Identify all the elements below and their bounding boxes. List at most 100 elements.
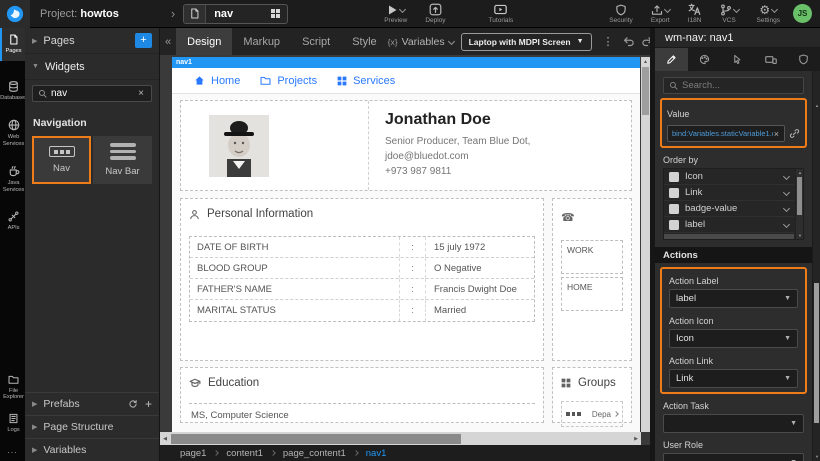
order-by-item-badge-value[interactable]: badge-value	[664, 201, 794, 217]
page-grid-icon[interactable]	[271, 9, 280, 18]
canvas-vertical-scrollbar[interactable]: ▲	[641, 57, 650, 432]
checkbox[interactable]	[669, 188, 679, 198]
user-role-select[interactable]: ▼	[663, 453, 804, 461]
chevron-down-icon[interactable]	[783, 173, 790, 180]
scroll-thumb[interactable]	[797, 177, 802, 215]
page-selector[interactable]: nav	[183, 4, 288, 24]
wavemaker-logo[interactable]	[0, 0, 30, 28]
refresh-icon[interactable]	[128, 399, 138, 409]
export-icon	[651, 4, 663, 16]
selected-widget-bar[interactable]: nav1	[172, 57, 640, 68]
action-task-select[interactable]: ▼	[663, 414, 804, 433]
scroll-up-icon[interactable]: ▲	[641, 57, 650, 66]
tab-devices[interactable]	[754, 48, 787, 71]
nav-item-home[interactable]: Home	[194, 75, 240, 87]
tab-markup[interactable]: Markup	[232, 28, 291, 55]
widget-tile-nav[interactable]: Nav	[32, 136, 91, 184]
sidebar-item-logs[interactable]: Logs	[0, 407, 25, 440]
horizontal-scroll-thumb[interactable]	[171, 434, 461, 444]
widgets-header-label: Widgets	[45, 61, 85, 73]
dropdown-arrow-icon: ▼	[790, 420, 797, 427]
tab-script[interactable]: Script	[291, 28, 341, 55]
add-page-button[interactable]: +	[135, 33, 152, 48]
scroll-down-icon[interactable]: ▼	[813, 454, 820, 459]
checkbox[interactable]	[669, 220, 679, 230]
scroll-up-icon[interactable]: ▲	[796, 169, 804, 176]
sidebar-item-apis[interactable]: APIs	[0, 205, 25, 238]
widget-tile-navbar[interactable]: Nav Bar	[93, 136, 152, 184]
nav-item-services[interactable]: Services	[337, 75, 395, 87]
value-binding-field[interactable]: ×	[667, 125, 785, 142]
settings-button[interactable]: ⚙ Settings	[757, 3, 781, 24]
undo-button[interactable]	[622, 35, 635, 48]
tab-style[interactable]: Style	[341, 28, 387, 55]
more-options-icon[interactable]: ⋮	[599, 40, 618, 44]
breadcrumb-item[interactable]: page_content1	[283, 448, 346, 459]
property-search[interactable]	[663, 77, 804, 94]
variables-dropdown[interactable]: {x} Variables	[388, 36, 454, 48]
properties-panel-scrollbar[interactable]: ▲ ▼	[812, 71, 820, 461]
chevron-down-icon[interactable]	[783, 189, 790, 196]
widget-search[interactable]: ×	[32, 85, 152, 102]
sidebar-item-databases[interactable]: Databases	[0, 75, 25, 108]
clear-binding-icon[interactable]: ×	[773, 129, 780, 139]
scroll-right-icon[interactable]: ▶	[631, 432, 641, 445]
sidebar-item-file-explorer[interactable]: File Explorer	[0, 368, 25, 407]
prefabs-section-header[interactable]: ▶ Prefabs +	[25, 392, 159, 415]
tab-design[interactable]: Design	[176, 28, 232, 55]
action-link-select[interactable]: Link ▼	[669, 369, 798, 388]
tutorials-button[interactable]: Tutorials	[489, 3, 514, 24]
scroll-up-icon[interactable]: ▲	[813, 103, 820, 108]
topbar-right-group: Security Export I18N VCS ⚙ Settings JS	[600, 3, 820, 24]
action-label-field: Action Label label ▼	[669, 276, 798, 308]
add-prefab-icon[interactable]: +	[145, 397, 152, 411]
scroll-down-icon[interactable]: ▼	[796, 232, 804, 239]
widget-search-input[interactable]	[51, 88, 136, 99]
sidebar-item-web-services[interactable]: Web Services	[0, 113, 25, 153]
tab-properties[interactable]	[655, 48, 688, 71]
action-icon-select[interactable]: Icon ▼	[669, 329, 798, 348]
order-by-item-link[interactable]: Link	[664, 185, 794, 201]
vertical-scroll-thumb[interactable]	[642, 67, 649, 115]
pages-section-header[interactable]: ▶ Pages +	[25, 28, 159, 54]
more-icon[interactable]: ...	[0, 439, 25, 461]
value-binding-input[interactable]	[672, 129, 773, 138]
property-search-input[interactable]	[682, 80, 798, 91]
security-button[interactable]: Security	[609, 3, 632, 24]
nav-item-projects[interactable]: Projects	[260, 75, 317, 87]
chevron-down-icon[interactable]	[783, 205, 790, 212]
i18n-button[interactable]: I18N	[688, 3, 702, 24]
deploy-button[interactable]: Deploy	[425, 3, 445, 24]
variables-section-header[interactable]: ▶ Variables	[25, 438, 159, 461]
action-label-select[interactable]: label ▼	[669, 289, 798, 308]
chevron-right-icon	[353, 450, 359, 456]
widgets-section-header[interactable]: ▼ Widgets	[25, 54, 159, 80]
scroll-thumb[interactable]	[814, 283, 819, 423]
breadcrumb-item[interactable]: content1	[226, 448, 262, 459]
order-by-item-icon[interactable]: Icon	[664, 169, 794, 185]
scroll-left-icon[interactable]: ◀	[160, 432, 170, 445]
device-selector[interactable]: Laptop with MDPI Screen ▼	[461, 33, 592, 51]
checkbox[interactable]	[669, 204, 679, 214]
chevron-down-icon[interactable]	[783, 221, 790, 228]
user-avatar[interactable]: JS	[793, 4, 812, 23]
clear-search-icon[interactable]: ×	[136, 88, 146, 99]
breadcrumb-item-current[interactable]: nav1	[366, 448, 387, 459]
breadcrumb-item[interactable]: page1	[180, 448, 206, 459]
bind-link-icon[interactable]	[789, 128, 800, 139]
order-by-item-label-field[interactable]: label	[664, 217, 794, 233]
export-button[interactable]: Export	[651, 3, 670, 24]
tab-events[interactable]	[721, 48, 754, 71]
page-structure-section-header[interactable]: ▶ Page Structure	[25, 415, 159, 438]
tab-security[interactable]	[787, 48, 820, 71]
preview-button[interactable]: Preview	[384, 3, 407, 24]
sidebar-item-java-services[interactable]: Java Services	[0, 159, 25, 199]
tab-styles[interactable]	[688, 48, 721, 71]
actions-section-header[interactable]: Actions	[655, 247, 812, 263]
vcs-button[interactable]: VCS	[720, 3, 739, 24]
checkbox[interactable]	[669, 172, 679, 182]
sidebar-item-pages[interactable]: Pages	[0, 28, 25, 61]
order-by-scrollbar[interactable]: ▲ ▼	[795, 169, 803, 239]
canvas-horizontal-scrollbar[interactable]: ◀ ▶	[160, 432, 641, 445]
collapse-left-panel-icon[interactable]: «	[160, 36, 176, 48]
